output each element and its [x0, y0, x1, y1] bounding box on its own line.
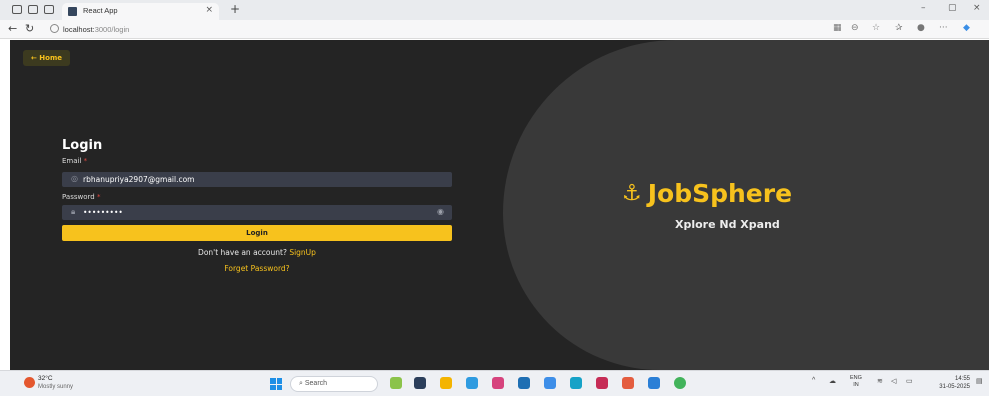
- required-mark: *: [83, 157, 88, 165]
- password-value: •••••••••: [83, 208, 123, 217]
- lock-icon: 🔒︎: [71, 207, 76, 216]
- volume-icon[interactable]: ◁: [891, 377, 896, 385]
- workspaces-icon[interactable]: [28, 5, 38, 14]
- file-explorer-icon[interactable]: [440, 377, 452, 389]
- site-info-icon[interactable]: [50, 24, 59, 33]
- taskbar-clock[interactable]: 14:55 31-05-2025: [930, 375, 970, 391]
- address-bar: ← ↻ localhost:3000/login ▦ ⊖ ☆ ✰ ● ··· ◆: [0, 20, 989, 39]
- notification-icon[interactable]: ▤: [976, 377, 983, 385]
- cloud-icon[interactable]: ☁: [829, 377, 836, 385]
- url-path: 3000/login: [94, 25, 130, 34]
- copilot-icon[interactable]: ◆: [963, 23, 970, 33]
- required-mark: *: [96, 193, 101, 201]
- login-button[interactable]: Login: [62, 225, 452, 241]
- reader-view-icon[interactable]: ▦: [833, 23, 842, 33]
- refresh-icon[interactable]: ↻: [25, 22, 34, 35]
- anchor-icon: ⚓: [622, 180, 642, 206]
- edge-icon[interactable]: [466, 377, 478, 389]
- more-menu-icon[interactable]: ···: [939, 23, 948, 33]
- tab-close-icon[interactable]: ×: [205, 5, 213, 15]
- tray-chevron-icon[interactable]: ^: [812, 377, 815, 384]
- pocket-icon[interactable]: [596, 377, 608, 389]
- email-field[interactable]: ◎ rbhanupriya2907@gmail.com: [62, 172, 452, 187]
- back-icon[interactable]: ←: [8, 22, 17, 35]
- weather-desc: Mostly sunny: [38, 384, 74, 390]
- photos-icon[interactable]: [492, 377, 504, 389]
- signup-link[interactable]: SignUp: [289, 248, 316, 257]
- email-label: Email *: [62, 157, 88, 165]
- brand-logo: ⚓ JobSphere: [622, 178, 792, 208]
- profile-icon[interactable]: [12, 5, 22, 14]
- email-value: rbhanupriya2907@gmail.com: [83, 175, 195, 184]
- store-icon[interactable]: [544, 377, 556, 389]
- login-page: ← Home Login Email * ◎ rbhanupriya2907@g…: [10, 40, 989, 370]
- profile-avatar-icon[interactable]: ●: [917, 23, 925, 33]
- windows-taskbar: 32°C Mostly sunny ⌕ Search ^ ☁ ENG IN ≋ ◁…: [0, 370, 989, 396]
- new-tab-button[interactable]: +: [230, 2, 240, 16]
- url-field[interactable]: localhost:3000/login: [46, 22, 816, 37]
- signup-prompt: Don't have an account? SignUp: [198, 248, 316, 257]
- postman-icon[interactable]: [622, 377, 634, 389]
- language-indicator[interactable]: ENG IN: [850, 375, 862, 389]
- task-view-icon[interactable]: [414, 377, 426, 389]
- email-icon: ◎: [71, 174, 78, 183]
- password-label: Password *: [62, 193, 101, 201]
- forget-password-link[interactable]: Forget Password?: [62, 264, 452, 273]
- tab-title: React App: [83, 6, 118, 15]
- brand-name: JobSphere: [647, 178, 793, 208]
- favorites-icon[interactable]: ✰: [895, 23, 903, 33]
- maximize-icon[interactable]: ▢: [948, 3, 957, 13]
- eye-icon[interactable]: ◉: [437, 207, 444, 216]
- widgets-icon[interactable]: [390, 377, 402, 389]
- chrome-icon[interactable]: [674, 377, 686, 389]
- home-button[interactable]: ← Home: [23, 50, 71, 66]
- edge-dev-icon[interactable]: [570, 377, 582, 389]
- favorite-star-icon[interactable]: ☆: [872, 23, 880, 33]
- page-title: Login: [62, 138, 103, 153]
- browser-tab[interactable]: React App ×: [62, 3, 219, 20]
- tab-actions-icon[interactable]: [44, 5, 54, 14]
- vscode-icon[interactable]: [648, 377, 660, 389]
- react-favicon-icon: [68, 7, 77, 16]
- browser-tab-bar: React App × + – ▢ ×: [0, 0, 989, 20]
- password-field[interactable]: 🔒︎ ••••••••• ◉: [62, 205, 452, 220]
- brand-tagline: Xplore Nd Xpand: [675, 218, 780, 231]
- url-host: localhost:: [63, 25, 95, 34]
- weather-icon[interactable]: [24, 377, 35, 388]
- wifi-icon[interactable]: ≋: [877, 377, 883, 385]
- start-button-icon[interactable]: [270, 378, 282, 390]
- taskbar-search[interactable]: ⌕ Search: [290, 376, 378, 392]
- terminal-icon[interactable]: [518, 377, 530, 389]
- zoom-icon[interactable]: ⊖: [851, 23, 859, 33]
- minimize-icon[interactable]: –: [921, 3, 926, 13]
- weather-temp: 32°C: [38, 375, 53, 382]
- close-window-icon[interactable]: ×: [973, 3, 981, 13]
- battery-icon[interactable]: ▭: [906, 377, 913, 385]
